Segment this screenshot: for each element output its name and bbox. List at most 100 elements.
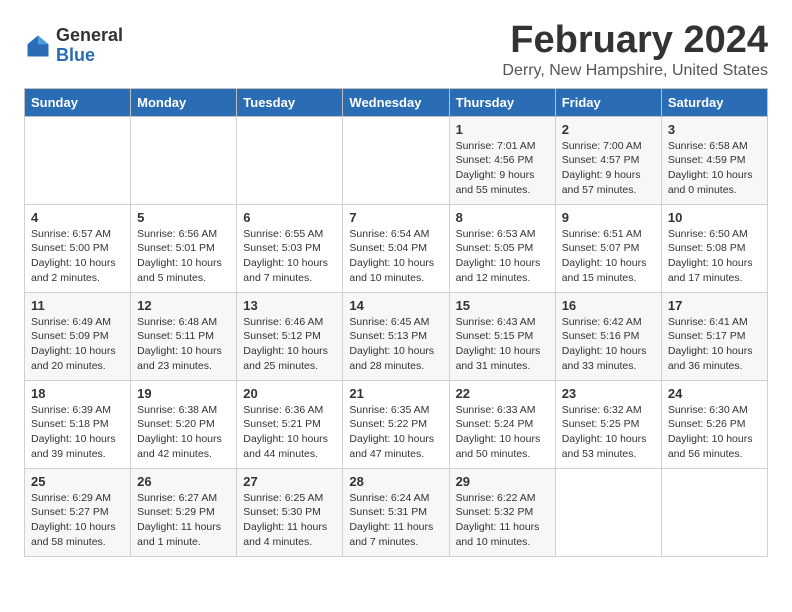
calendar-cell: 15Sunrise: 6:43 AM Sunset: 5:15 PM Dayli…: [449, 292, 555, 380]
day-info: Sunrise: 6:41 AM Sunset: 5:17 PM Dayligh…: [668, 315, 761, 374]
day-number: 7: [349, 210, 442, 225]
day-number: 3: [668, 122, 761, 137]
calendar-cell: 8 Sunrise: 6:53 AM Sunset: 5:05 PM Daylig…: [449, 204, 555, 292]
calendar-cell: 12 Sunrise: 6:48 AM Sunset: 5:11 PM Dayli…: [131, 292, 237, 380]
day-info: Sunrise: 6:35 AM Sunset: 5:22 PM Dayligh…: [349, 403, 442, 462]
day-info: Sunrise: 7:00 AM Sunset: 4:57 PM Dayligh…: [562, 139, 655, 198]
weekday-header: Wednesday: [343, 88, 449, 116]
calendar-cell: 17 Sunrise: 6:41 AM Sunset: 5:17 PM Dayli…: [661, 292, 767, 380]
page-header: General Blue February 2024 Derry, New Ha…: [24, 20, 768, 80]
calendar-cell: 25Sunrise: 6:29 AM Sunset: 5:27 PM Dayli…: [25, 468, 131, 556]
day-info: Sunrise: 6:48 AM Sunset: 5:11 PM Dayligh…: [137, 315, 230, 374]
calendar-cell: 26 Sunrise: 6:27 AM Sunset: 5:29 PM Dayli…: [131, 468, 237, 556]
day-info: Sunrise: 7:01 AM Sunset: 4:56 PM Dayligh…: [456, 139, 549, 198]
calendar-cell: 29 Sunrise: 6:22 AM Sunset: 5:32 PM Dayli…: [449, 468, 555, 556]
calendar-cell: 3 Sunrise: 6:58 AM Sunset: 4:59 PM Daylig…: [661, 116, 767, 204]
day-info: Sunrise: 6:57 AM Sunset: 5:00 PM Dayligh…: [31, 227, 124, 286]
calendar-cell: 7 Sunrise: 6:54 AM Sunset: 5:04 PM Daylig…: [343, 204, 449, 292]
calendar-week-row: 4 Sunrise: 6:57 AM Sunset: 5:00 PM Daylig…: [25, 204, 768, 292]
calendar-cell: [661, 468, 767, 556]
day-info: Sunrise: 6:29 AM Sunset: 5:27 PM Dayligh…: [31, 491, 124, 550]
day-info: Sunrise: 6:46 AM Sunset: 5:12 PM Dayligh…: [243, 315, 336, 374]
calendar-cell: [237, 116, 343, 204]
calendar-cell: 14 Sunrise: 6:45 AM Sunset: 5:13 PM Dayli…: [343, 292, 449, 380]
day-number: 14: [349, 298, 442, 313]
calendar-week-row: 25Sunrise: 6:29 AM Sunset: 5:27 PM Dayli…: [25, 468, 768, 556]
calendar-cell: 27 Sunrise: 6:25 AM Sunset: 5:30 PM Dayli…: [237, 468, 343, 556]
month-title: February 2024: [502, 20, 768, 62]
day-number: 26: [137, 474, 230, 489]
weekday-header: Tuesday: [237, 88, 343, 116]
day-info: Sunrise: 6:36 AM Sunset: 5:21 PM Dayligh…: [243, 403, 336, 462]
day-info: Sunrise: 6:39 AM Sunset: 5:18 PM Dayligh…: [31, 403, 124, 462]
day-number: 5: [137, 210, 230, 225]
weekday-header: Saturday: [661, 88, 767, 116]
day-number: 29: [456, 474, 549, 489]
calendar-cell: [343, 116, 449, 204]
weekday-header: Thursday: [449, 88, 555, 116]
calendar-cell: 2Sunrise: 7:00 AM Sunset: 4:57 PM Daylig…: [555, 116, 661, 204]
location: Derry, New Hampshire, United States: [502, 62, 768, 80]
day-number: 16: [562, 298, 655, 313]
title-area: February 2024 Derry, New Hampshire, Unit…: [502, 20, 768, 80]
day-number: 4: [31, 210, 124, 225]
day-number: 19: [137, 386, 230, 401]
calendar-cell: [555, 468, 661, 556]
day-info: Sunrise: 6:32 AM Sunset: 5:25 PM Dayligh…: [562, 403, 655, 462]
day-info: Sunrise: 6:22 AM Sunset: 5:32 PM Dayligh…: [456, 491, 549, 550]
calendar-header-row: SundayMondayTuesdayWednesdayThursdayFrid…: [25, 88, 768, 116]
day-number: 1: [456, 122, 549, 137]
calendar-cell: 22 Sunrise: 6:33 AM Sunset: 5:24 PM Dayli…: [449, 380, 555, 468]
calendar-cell: 9 Sunrise: 6:51 AM Sunset: 5:07 PM Daylig…: [555, 204, 661, 292]
day-number: 28: [349, 474, 442, 489]
day-number: 12: [137, 298, 230, 313]
day-info: Sunrise: 6:24 AM Sunset: 5:31 PM Dayligh…: [349, 491, 442, 550]
day-number: 8: [456, 210, 549, 225]
calendar-cell: 5 Sunrise: 6:56 AM Sunset: 5:01 PM Daylig…: [131, 204, 237, 292]
day-number: 22: [456, 386, 549, 401]
day-info: Sunrise: 6:38 AM Sunset: 5:20 PM Dayligh…: [137, 403, 230, 462]
calendar-cell: 4 Sunrise: 6:57 AM Sunset: 5:00 PM Daylig…: [25, 204, 131, 292]
day-number: 11: [31, 298, 124, 313]
day-info: Sunrise: 6:56 AM Sunset: 5:01 PM Dayligh…: [137, 227, 230, 286]
calendar-cell: 28 Sunrise: 6:24 AM Sunset: 5:31 PM Dayli…: [343, 468, 449, 556]
calendar-body: 1 Sunrise: 7:01 AM Sunset: 4:56 PM Daylig…: [25, 116, 768, 556]
day-number: 18: [31, 386, 124, 401]
day-number: 6: [243, 210, 336, 225]
calendar-week-row: 18 Sunrise: 6:39 AM Sunset: 5:18 PM Dayli…: [25, 380, 768, 468]
calendar-cell: [131, 116, 237, 204]
calendar-cell: 13Sunrise: 6:46 AM Sunset: 5:12 PM Dayli…: [237, 292, 343, 380]
weekday-header: Monday: [131, 88, 237, 116]
day-number: 23: [562, 386, 655, 401]
day-info: Sunrise: 6:27 AM Sunset: 5:29 PM Dayligh…: [137, 491, 230, 550]
day-info: Sunrise: 6:33 AM Sunset: 5:24 PM Dayligh…: [456, 403, 549, 462]
day-info: Sunrise: 6:45 AM Sunset: 5:13 PM Dayligh…: [349, 315, 442, 374]
logo-icon: [24, 32, 52, 60]
day-number: 24: [668, 386, 761, 401]
day-info: Sunrise: 6:30 AM Sunset: 5:26 PM Dayligh…: [668, 403, 761, 462]
day-info: Sunrise: 6:50 AM Sunset: 5:08 PM Dayligh…: [668, 227, 761, 286]
day-number: 20: [243, 386, 336, 401]
calendar-cell: 23 Sunrise: 6:32 AM Sunset: 5:25 PM Dayli…: [555, 380, 661, 468]
day-number: 17: [668, 298, 761, 313]
day-info: Sunrise: 6:54 AM Sunset: 5:04 PM Dayligh…: [349, 227, 442, 286]
weekday-header: Sunday: [25, 88, 131, 116]
day-info: Sunrise: 6:25 AM Sunset: 5:30 PM Dayligh…: [243, 491, 336, 550]
day-number: 27: [243, 474, 336, 489]
logo: General Blue: [24, 26, 123, 66]
day-info: Sunrise: 6:53 AM Sunset: 5:05 PM Dayligh…: [456, 227, 549, 286]
day-info: Sunrise: 6:42 AM Sunset: 5:16 PM Dayligh…: [562, 315, 655, 374]
calendar-table: SundayMondayTuesdayWednesdayThursdayFrid…: [24, 88, 768, 557]
day-number: 9: [562, 210, 655, 225]
day-info: Sunrise: 6:58 AM Sunset: 4:59 PM Dayligh…: [668, 139, 761, 198]
weekday-header: Friday: [555, 88, 661, 116]
calendar-cell: [25, 116, 131, 204]
calendar-week-row: 11 Sunrise: 6:49 AM Sunset: 5:09 PM Dayli…: [25, 292, 768, 380]
calendar-cell: 21 Sunrise: 6:35 AM Sunset: 5:22 PM Dayli…: [343, 380, 449, 468]
day-number: 21: [349, 386, 442, 401]
day-info: Sunrise: 6:43 AM Sunset: 5:15 PM Dayligh…: [456, 315, 549, 374]
day-info: Sunrise: 6:51 AM Sunset: 5:07 PM Dayligh…: [562, 227, 655, 286]
day-info: Sunrise: 6:49 AM Sunset: 5:09 PM Dayligh…: [31, 315, 124, 374]
logo-general: General: [56, 26, 123, 46]
calendar-cell: 18 Sunrise: 6:39 AM Sunset: 5:18 PM Dayli…: [25, 380, 131, 468]
